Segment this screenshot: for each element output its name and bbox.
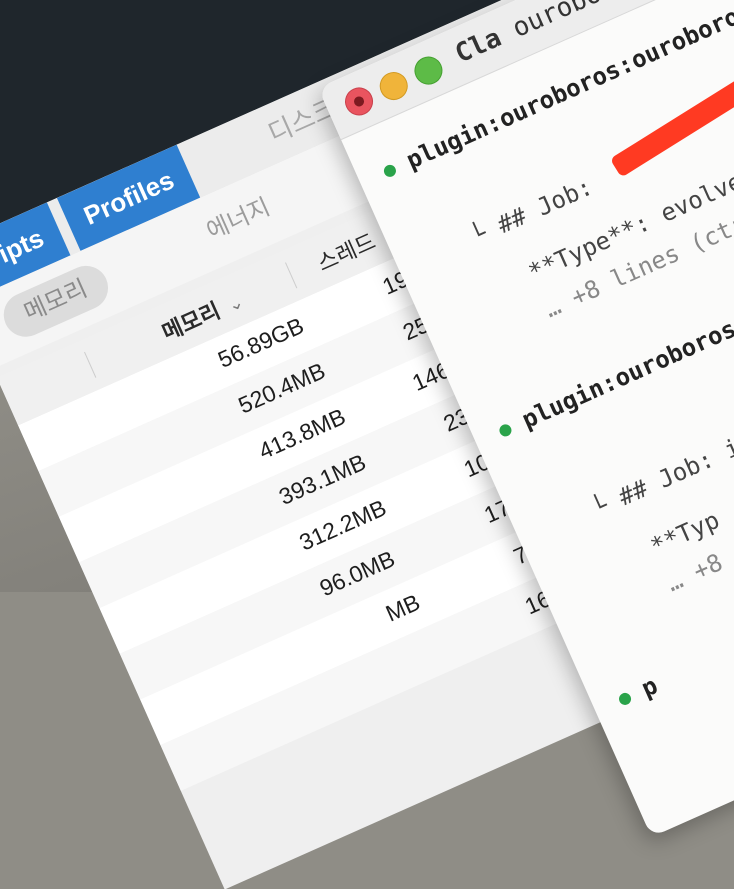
output-more-lines: … +8	[662, 548, 727, 598]
status-dot-icon	[617, 691, 633, 707]
output-plugin-line: plugin:ouroboros:ouro	[494, 285, 734, 445]
zoom-button[interactable]	[409, 52, 447, 90]
status-dot-icon	[497, 422, 514, 439]
minimize-button[interactable]	[375, 67, 413, 105]
status-dot-icon	[382, 162, 398, 179]
close-button[interactable]	[340, 82, 378, 120]
cell-memory: MB	[381, 588, 424, 627]
chevron-down-icon: ⌄	[224, 291, 247, 316]
column-separator	[84, 351, 97, 378]
column-separator	[285, 262, 298, 289]
title-app: Cla	[450, 22, 506, 70]
output-plugin-line: p	[613, 671, 662, 713]
